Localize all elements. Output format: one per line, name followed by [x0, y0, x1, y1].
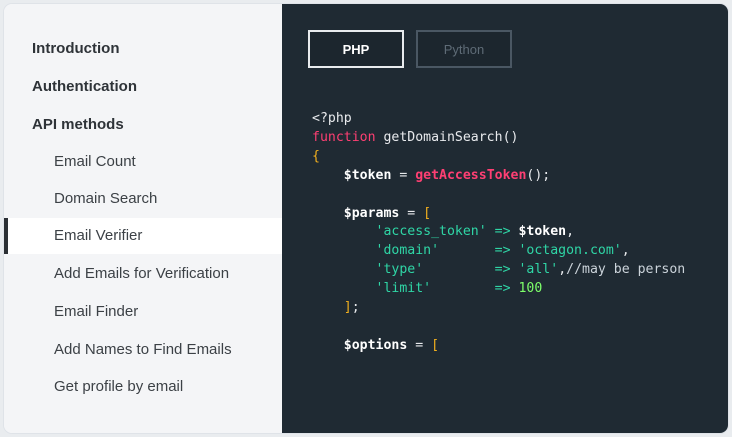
- code-sample: <?php function getDomainSearch() { $toke…: [312, 110, 685, 356]
- code-line: $token = getAccessToken();: [343, 167, 551, 183]
- code-panel: PHP Python <?php function getDomainSearc…: [282, 4, 728, 433]
- sidebar-item-domain-search[interactable]: Domain Search: [4, 181, 282, 217]
- api-docs-window: Introduction Authentication API methods …: [4, 4, 728, 433]
- sidebar-item-authentication[interactable]: Authentication: [4, 69, 282, 105]
- tab-php[interactable]: PHP: [308, 30, 404, 68]
- code-line: 'domain' => 'octagon.com',: [375, 243, 630, 259]
- sidebar-item-get-profile-by-email[interactable]: Get profile by email: [4, 369, 282, 405]
- sidebar-item-add-names-to-find-emails[interactable]: Add Names to Find Emails: [4, 332, 282, 368]
- code-line: $options = [: [343, 337, 440, 353]
- sidebar-item-email-finder[interactable]: Email Finder: [4, 294, 282, 330]
- sidebar-item-email-verifier[interactable]: Email Verifier: [4, 218, 282, 254]
- sidebar-item-introduction[interactable]: Introduction: [4, 31, 282, 67]
- code-line: <?php: [312, 111, 352, 126]
- code-line: 'access_token' => $token,: [375, 224, 575, 240]
- code-line: function getDomainSearch(): [312, 129, 519, 145]
- code-line: {: [312, 148, 320, 164]
- sidebar-nav: Introduction Authentication API methods …: [4, 4, 282, 433]
- code-line: ];: [343, 300, 360, 316]
- tab-python[interactable]: Python: [416, 30, 512, 68]
- sidebar-item-api-methods[interactable]: API methods: [4, 107, 282, 143]
- sidebar-item-email-count[interactable]: Email Count: [4, 144, 282, 180]
- code-line: 'type' => 'all',//may be person: [375, 262, 686, 278]
- code-line: $params = [: [343, 205, 432, 221]
- code-line: 'limit' => 100: [375, 281, 543, 297]
- sidebar-item-add-emails-for-verification[interactable]: Add Emails for Verification: [4, 256, 282, 292]
